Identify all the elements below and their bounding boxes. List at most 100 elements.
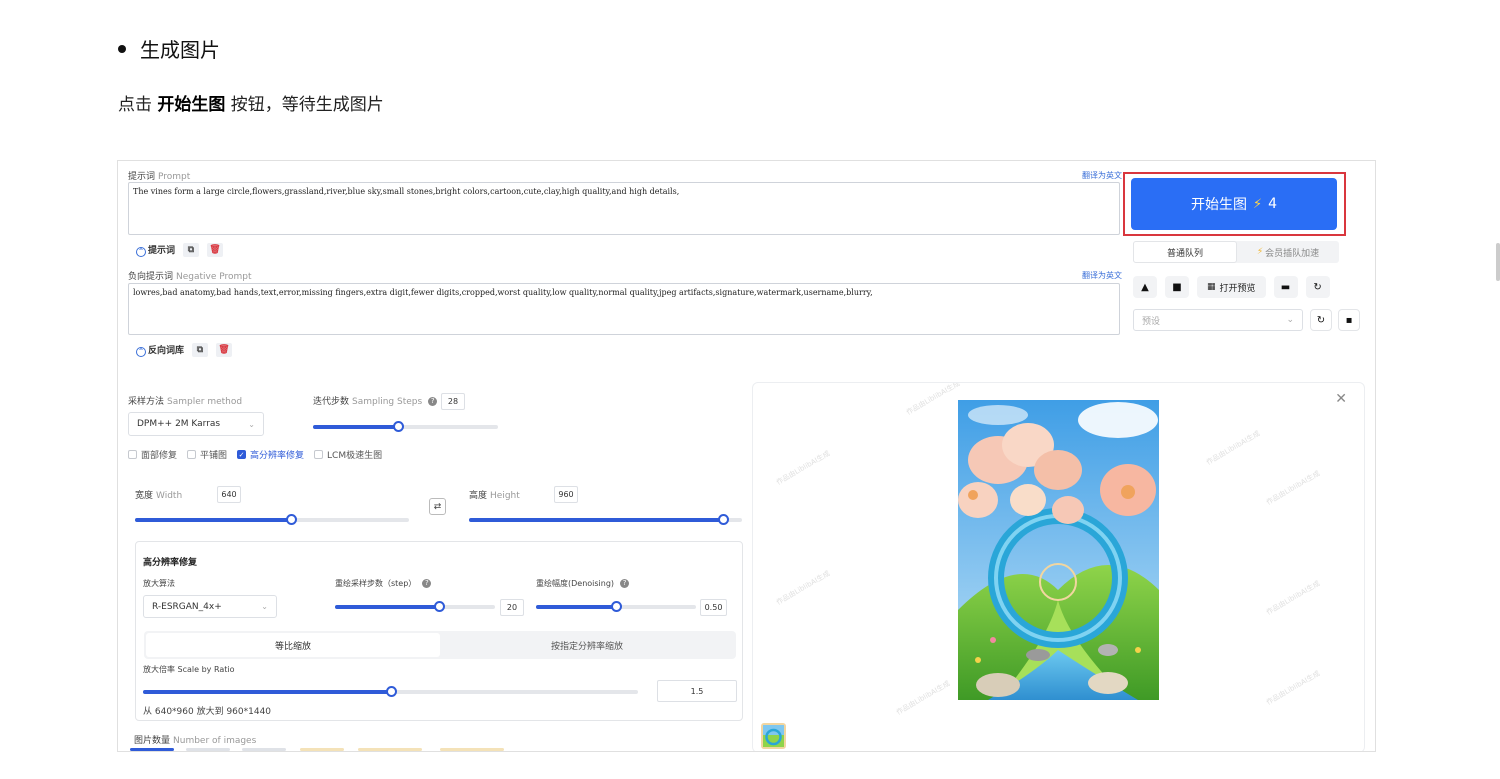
doc-bullet-text: 生成图片 (140, 38, 220, 62)
slider-fill (143, 690, 391, 694)
generated-image[interactable] (958, 400, 1159, 700)
option-checkboxes: 面部修复 平铺图 ✓ 高分辨率修复 LCM极速生图 (128, 448, 382, 461)
scale-mode-resolution-tab[interactable]: 按指定分辨率缩放 (440, 633, 734, 657)
folder-icon[interactable]: ▬ (1273, 276, 1298, 298)
save-icon[interactable]: ▪ (1338, 309, 1360, 331)
slider-knob[interactable] (393, 421, 405, 432)
close-icon[interactable]: ✕ (1335, 391, 1347, 407)
sampler-select[interactable]: DPM++ 2M Karras ⌄ (128, 412, 264, 436)
help-icon: ? (422, 579, 432, 588)
slider-fill (335, 605, 439, 609)
hires-steps-slider[interactable] (335, 601, 495, 612)
doc-paragraph: 点击 开始生图 按钮，等待生成图片 (118, 90, 384, 115)
preset-tools: ↻ ▪ (1310, 309, 1360, 331)
hires-steps-input[interactable]: 20 (500, 599, 524, 616)
watermark: 作品由LiblibAI生成 (1265, 579, 1322, 617)
slider-fill (313, 425, 399, 429)
chevron-down-icon: ⌄ (248, 419, 255, 429)
send-icon[interactable]: ▲ (1133, 276, 1157, 298)
copy-icon[interactable]: ⧉ (192, 343, 209, 357)
number-of-images-label: 图片数量 Number of images (134, 736, 257, 746)
slider-fill (135, 518, 292, 522)
prompt-tag-row: ^ 提示词 ⧉ 🗑 (136, 243, 224, 257)
preset-select[interactable]: 预设 ⌄ (1133, 309, 1303, 331)
prompt-label: 提示词 Prompt (128, 172, 191, 182)
watermark: 作品由LiblibAI生成 (1265, 469, 1322, 507)
width-slider[interactable] (135, 514, 409, 525)
sampling-steps-slider[interactable] (313, 421, 498, 432)
sampler-label: 采样方法 Sampler method (128, 397, 243, 407)
watermark: 作品由LiblibAI生成 (775, 569, 832, 607)
face-fix-checkbox[interactable]: 面部修复 (128, 448, 177, 461)
queue-vip-tab[interactable]: ⚡ 会员插队加速 (1237, 241, 1339, 263)
bullet-dot (118, 44, 126, 53)
upscale-result-text: 从 640*960 放大到 960*1440 (143, 707, 272, 717)
swap-dimensions-icon[interactable]: ⇄ (429, 498, 446, 515)
sampling-steps-input[interactable]: 28 (441, 393, 465, 410)
width-input[interactable]: 640 (217, 486, 241, 503)
negative-tag-row: ^ 反向词库 ⧉ 🗑 (136, 343, 233, 357)
generate-toolbar: ▲ ■ ▦ 打开预览 ▬ ↻ (1133, 276, 1330, 298)
width-label: 宽度 Width (135, 491, 183, 501)
image-count-option-vip[interactable] (300, 748, 344, 751)
page-scrollbar[interactable] (1496, 243, 1500, 281)
slider-fill (469, 518, 723, 522)
slider-knob[interactable] (434, 601, 445, 612)
image-count-option[interactable] (242, 748, 286, 751)
hires-fix-checkbox[interactable]: ✓ 高分辨率修复 (237, 448, 304, 461)
refresh-icon[interactable]: ↻ (1305, 276, 1330, 298)
chevron-down-icon: ⌄ (1286, 315, 1294, 325)
watermark: 作品由LiblibAI生成 (895, 679, 952, 717)
queue-toggle: 普通队列 ⚡ 会员插队加速 (1133, 241, 1339, 263)
slider-knob[interactable] (385, 686, 397, 697)
hires-title: 高分辨率修复 (143, 558, 198, 568)
slider-fill (536, 605, 616, 609)
watermark: 作品由LiblibAI生成 (775, 449, 832, 487)
chevron-up-icon: ^ (136, 346, 146, 357)
slider-knob[interactable] (286, 514, 298, 525)
negative-tag-toggle[interactable]: ^ 反向词库 (136, 343, 184, 357)
slider-knob[interactable] (611, 601, 622, 612)
denoising-input[interactable]: 0.50 (700, 599, 727, 616)
slider-knob[interactable] (717, 514, 729, 525)
upscaler-label: 放大算法 (143, 579, 175, 588)
denoising-label: 重绘幅度(Denoising)? (536, 578, 630, 589)
grid-icon: ▦ (1207, 282, 1216, 292)
negative-translate-link[interactable]: 翻译为英文 (1082, 270, 1122, 281)
refresh-icon[interactable]: ↻ (1310, 309, 1332, 331)
image-count-option-vip[interactable] (358, 748, 422, 751)
trash-icon[interactable]: ■ (1165, 276, 1189, 298)
trash-icon[interactable]: 🗑 (216, 343, 233, 357)
prompt-translate-link[interactable]: 翻译为英文 (1082, 170, 1122, 181)
tiling-checkbox[interactable]: 平铺图 (187, 448, 227, 461)
height-slider[interactable] (469, 514, 742, 525)
negative-prompt-input[interactable]: lowres,bad anatomy,bad hands,text,error,… (128, 283, 1120, 335)
doc-para-bold: 开始生图 (157, 95, 226, 115)
scale-ratio-label: 放大倍率 Scale by Ratio (143, 665, 235, 674)
prompt-tag-toggle[interactable]: ^ 提示词 (136, 243, 175, 257)
scale-mode-ratio-tab[interactable]: 等比缩放 (146, 633, 440, 657)
queue-normal-tab[interactable]: 普通队列 (1133, 241, 1237, 263)
help-icon: ? (620, 579, 630, 588)
image-count-option-selected[interactable] (130, 748, 174, 751)
scale-ratio-slider[interactable] (143, 686, 638, 697)
image-count-option[interactable] (186, 748, 230, 751)
sampling-steps-label: 迭代步数 Sampling Steps? (313, 394, 438, 407)
lcm-checkbox[interactable]: LCM极速生图 (314, 448, 382, 461)
upscaler-select[interactable]: R-ESRGAN_4x+ ⌄ (143, 595, 277, 618)
denoising-slider[interactable] (536, 601, 696, 612)
prompt-input[interactable]: The vines form a large circle,flowers,gr… (128, 182, 1120, 235)
trash-icon[interactable]: 🗑 (207, 243, 224, 257)
height-input[interactable]: 960 (554, 486, 578, 503)
doc-bullet: 生成图片 (118, 34, 220, 63)
image-count-option-vip[interactable] (440, 748, 504, 751)
watermark: 作品由LiblibAI生成 (1205, 429, 1262, 467)
chevron-down-icon: ⌄ (261, 602, 268, 611)
open-preview-button[interactable]: ▦ 打开预览 (1197, 276, 1266, 298)
scale-ratio-input[interactable]: 1.5 (657, 680, 737, 702)
highlight-box (1123, 172, 1346, 236)
copy-icon[interactable]: ⧉ (183, 243, 200, 257)
chevron-up-icon: ^ (136, 246, 146, 257)
thumbnail-image[interactable] (761, 723, 786, 749)
doc-para-pre: 点击 (118, 95, 158, 115)
